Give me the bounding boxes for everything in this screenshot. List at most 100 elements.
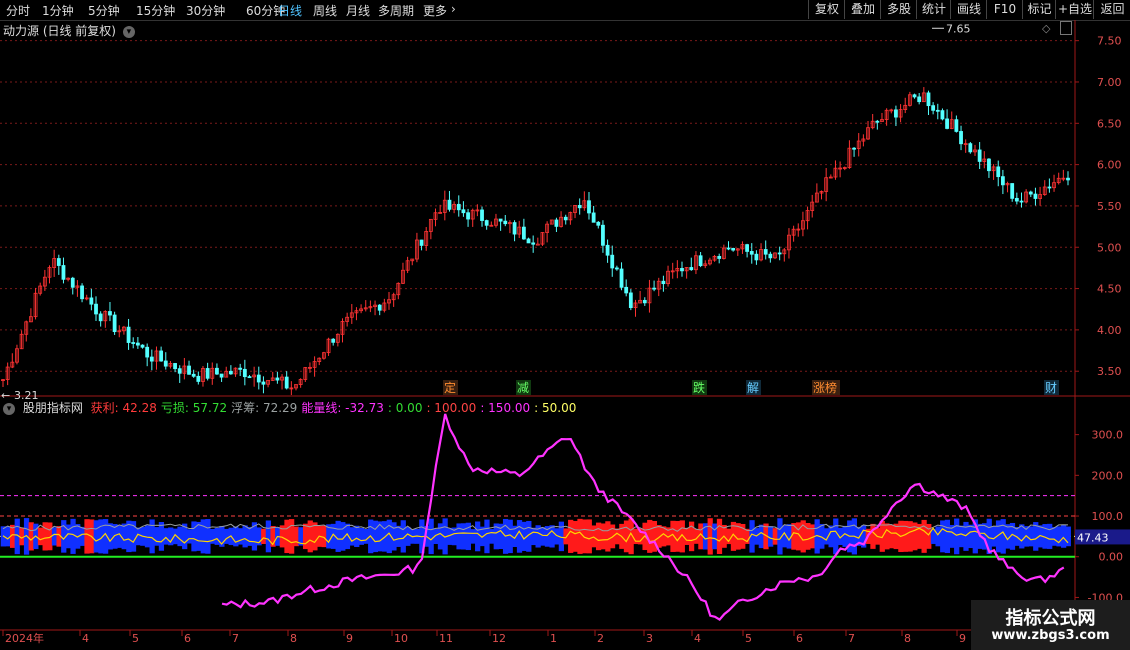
candle-body <box>1066 177 1070 181</box>
high-label: 7.65 <box>946 22 971 35</box>
candle-body <box>108 311 112 316</box>
distribution-bar <box>586 519 592 554</box>
candle-body <box>1047 186 1052 189</box>
distribution-bar <box>261 528 267 544</box>
distribution-bar <box>540 527 546 546</box>
distribution-bar <box>595 522 602 551</box>
kline-chart[interactable]: 7.50 7.00 6.50 6.00 5.50 5.00 4.50 4.00 3.50 7.65… <box>0 0 1130 650</box>
candle-body <box>535 243 540 246</box>
distribution-bar <box>154 527 160 546</box>
candle-body <box>261 381 266 385</box>
event-badge: 跌 <box>693 380 705 395</box>
distribution-bar <box>758 524 764 549</box>
indicator-constant-3: : 50.00 <box>534 401 577 415</box>
distribution-bar <box>935 526 941 547</box>
event-badge: 解 <box>747 381 759 395</box>
candle-body <box>377 304 382 311</box>
watermark-line2: www.zbgs3.com <box>991 628 1110 643</box>
distribution-bar <box>954 518 960 555</box>
candle-body <box>456 203 461 211</box>
price-axis-label: 7.00 <box>1097 76 1122 89</box>
distribution-bar <box>488 529 495 544</box>
candle-body <box>80 285 84 300</box>
indicator-field-1: 亏损: 57.72 <box>160 401 228 415</box>
candle-body <box>159 350 164 362</box>
candle-body <box>931 105 936 111</box>
candle-body <box>61 265 66 280</box>
candle-body <box>577 205 582 209</box>
distribution-bar <box>577 518 583 554</box>
distribution-bar <box>158 522 165 551</box>
indicator-field-3: 能量线: -32.73 <box>301 401 384 415</box>
distribution-bar <box>716 518 723 554</box>
time-label: 3 <box>646 632 653 645</box>
distribution-bar <box>51 527 58 546</box>
time-label: 8 <box>290 632 297 645</box>
price-axis-label: 7.50 <box>1097 35 1122 48</box>
distribution-bar <box>121 523 127 550</box>
distribution-bar <box>242 525 248 548</box>
ind-axis-label: 100.0 <box>1092 510 1124 523</box>
price-axis-label: 4.00 <box>1097 324 1122 337</box>
distribution-bar <box>572 520 578 552</box>
indicator-title: ▾ 股朋指标网 获利: 42.28 亏损: 57.72 浮筹: 72.29 能量线: … <box>3 399 584 416</box>
distribution-bar <box>37 527 44 546</box>
distribution-bar <box>79 526 85 546</box>
candle-body <box>619 268 624 288</box>
distribution-bar <box>428 518 434 555</box>
time-label: 8 <box>904 632 911 645</box>
candle-body <box>219 373 224 378</box>
candle-body <box>256 374 261 383</box>
distribution-bar <box>335 520 341 552</box>
candle-body <box>763 249 768 255</box>
distribution-bar <box>28 522 34 551</box>
price-axis-label: 3.50 <box>1097 365 1122 378</box>
distribution-bar <box>70 518 76 554</box>
candle-body <box>717 255 722 259</box>
candle-body <box>503 220 508 225</box>
candle-body <box>331 338 336 343</box>
candle-body <box>996 166 1001 178</box>
distribution-bar <box>391 522 397 551</box>
distribution-bar <box>605 521 611 552</box>
time-label: 7 <box>848 632 855 645</box>
candle-body <box>596 221 601 226</box>
event-badge: 减 <box>517 381 529 395</box>
distribution-bar <box>1051 527 1057 546</box>
candle-body <box>610 254 615 269</box>
candle-body <box>173 363 177 370</box>
time-label: 5 <box>745 632 752 645</box>
distribution-bar <box>233 526 239 547</box>
time-label: 10 <box>394 632 408 645</box>
distribution-bar <box>321 525 327 548</box>
distribution-bar <box>958 525 964 548</box>
candle-body <box>959 131 963 145</box>
distribution-bar <box>907 521 913 552</box>
time-label: 4 <box>82 632 89 645</box>
watermark-line1: 指标公式网 <box>1005 608 1096 629</box>
distribution-bar <box>284 519 290 554</box>
candle-body <box>661 280 666 285</box>
distribution-bar <box>372 520 378 553</box>
indicator-constant-2: : 150.00 <box>480 401 531 415</box>
distribution-bar <box>842 525 848 547</box>
candle-body <box>726 247 731 250</box>
candle-body <box>894 109 898 118</box>
distribution-bar <box>1056 526 1062 547</box>
distribution-bar <box>358 527 365 545</box>
price-axis-label: 6.00 <box>1097 159 1122 172</box>
distribution-bar <box>944 519 951 554</box>
distribution-bar <box>893 523 899 550</box>
candle-body <box>247 376 252 379</box>
distribution-bar <box>84 519 90 554</box>
time-label: 6 <box>796 632 803 645</box>
chevron-down-icon[interactable]: ▾ <box>3 402 15 415</box>
candle-body <box>163 360 168 367</box>
distribution-bar <box>591 525 597 548</box>
candle-body <box>512 222 517 235</box>
distribution-bar <box>307 520 313 553</box>
price-axis-label: 4.50 <box>1097 283 1122 296</box>
candle-body <box>112 314 117 333</box>
candle-body <box>1014 197 1019 202</box>
distribution-bar <box>265 520 272 553</box>
